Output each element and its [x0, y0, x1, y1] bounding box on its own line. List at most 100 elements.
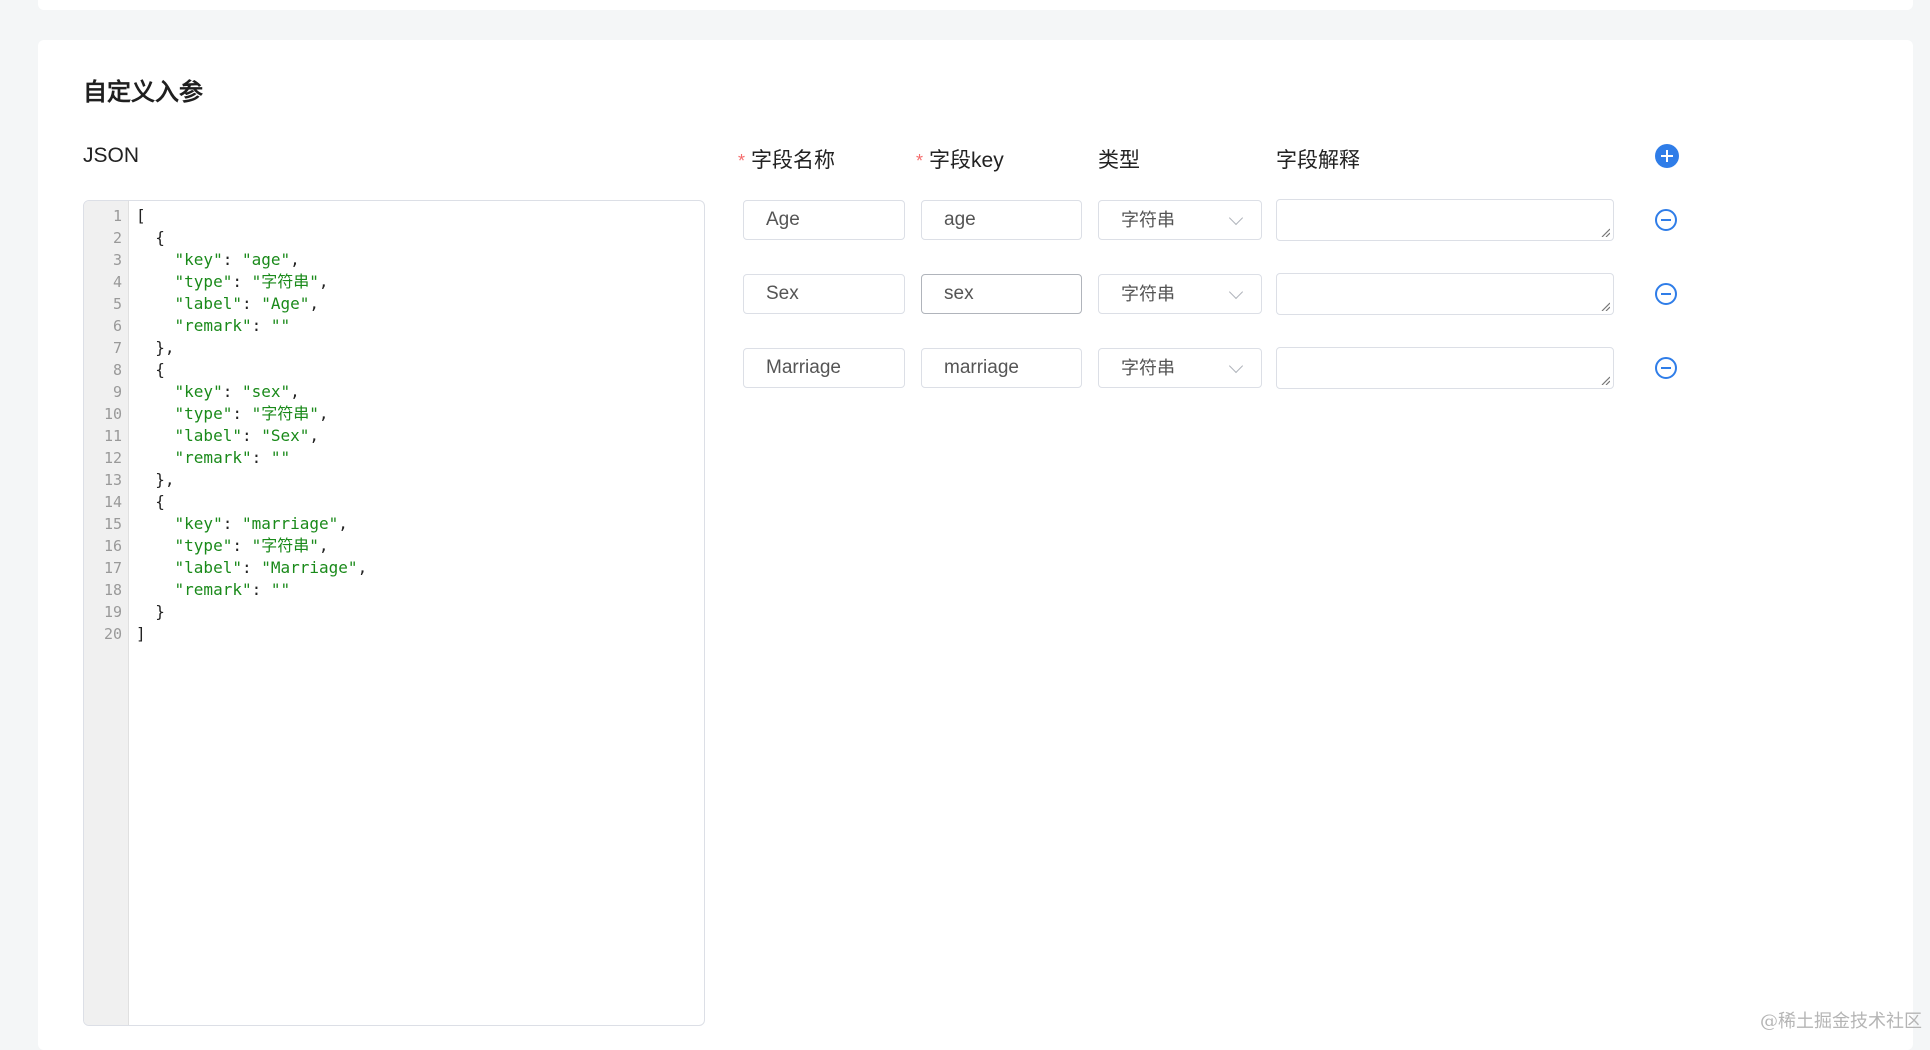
json-string-token: ""	[271, 316, 290, 335]
json-string-token: "marriage"	[242, 514, 338, 533]
code-line: 11 "label": "Sex",	[84, 425, 122, 447]
field-key-input[interactable]: age	[921, 200, 1082, 240]
remove-field-button[interactable]	[1655, 209, 1677, 231]
field-type-select[interactable]: 字符串	[1098, 274, 1262, 314]
line-number: 16	[84, 535, 122, 557]
json-punctuation-token: {	[136, 360, 165, 379]
json-punctuation-token	[136, 448, 175, 467]
code-line: 20]	[84, 623, 122, 645]
json-punctuation-token	[136, 316, 175, 335]
json-punctuation-token	[136, 294, 175, 313]
code-line: 6 "remark": ""	[84, 315, 122, 337]
code-text: "remark": ""	[136, 447, 290, 469]
line-number: 20	[84, 623, 122, 645]
remove-field-button[interactable]	[1655, 283, 1677, 305]
field-type-select[interactable]: 字符串	[1098, 348, 1262, 388]
json-string-token: "Marriage"	[261, 558, 357, 577]
chevron-down-icon	[1229, 359, 1243, 373]
chevron-down-icon	[1229, 211, 1243, 225]
json-punctuation-token: :	[223, 514, 242, 533]
code-line: 1[	[84, 205, 122, 227]
code-line: 18 "remark": ""	[84, 579, 122, 601]
json-punctuation-token: :	[223, 250, 242, 269]
json-punctuation-token: ,	[338, 514, 348, 533]
field-name-input[interactable]: Marriage	[743, 348, 905, 388]
code-line: 16 "type": "字符串",	[84, 535, 122, 557]
json-punctuation-token: :	[232, 272, 251, 291]
add-field-button[interactable]	[1655, 144, 1679, 168]
code-text: }	[136, 601, 165, 623]
json-punctuation-token: [	[136, 206, 146, 225]
resize-handle-icon[interactable]	[1600, 301, 1610, 311]
field-remark-textarea[interactable]	[1276, 273, 1614, 315]
line-number: 11	[84, 425, 122, 447]
resize-handle-icon[interactable]	[1600, 227, 1610, 237]
field-type-value: 字符串	[1121, 358, 1175, 378]
json-string-token: "字符串"	[252, 272, 319, 291]
field-key-input[interactable]: sex	[921, 274, 1082, 314]
line-number: 14	[84, 491, 122, 513]
json-punctuation-token: ,	[309, 426, 319, 445]
json-punctuation-token: :	[242, 426, 261, 445]
field-remark-textarea[interactable]	[1276, 199, 1614, 241]
json-punctuation-token: }	[136, 602, 165, 621]
code-text: "key": "sex",	[136, 381, 300, 403]
json-punctuation-token: :	[252, 448, 271, 467]
column-header-type: 类型	[1098, 144, 1140, 174]
json-punctuation-token: ]	[136, 624, 146, 643]
json-punctuation-token: :	[252, 316, 271, 335]
json-punctuation-token: ,	[319, 536, 329, 555]
line-number: 9	[84, 381, 122, 403]
json-punctuation-token: :	[223, 382, 242, 401]
line-number: 3	[84, 249, 122, 271]
line-number: 5	[84, 293, 122, 315]
code-text: "type": "字符串",	[136, 403, 329, 425]
json-string-token: "字符串"	[252, 404, 319, 423]
json-punctuation-token	[136, 514, 175, 533]
json-punctuation-token: :	[242, 558, 261, 577]
line-number: 7	[84, 337, 122, 359]
code-text: "key": "age",	[136, 249, 300, 271]
previous-card	[38, 0, 1913, 10]
remove-field-button[interactable]	[1655, 357, 1677, 379]
json-punctuation-token: ,	[290, 250, 300, 269]
json-punctuation-token: {	[136, 228, 165, 247]
field-remark-textarea[interactable]	[1276, 347, 1614, 389]
json-string-token: "字符串"	[252, 536, 319, 555]
field-key-input[interactable]: marriage	[921, 348, 1082, 388]
json-punctuation-token	[136, 558, 175, 577]
json-punctuation-token	[136, 382, 175, 401]
json-string-token: "age"	[242, 250, 290, 269]
json-string-token: ""	[271, 448, 290, 467]
watermark: @稀土掘金技术社区	[1760, 1007, 1922, 1033]
json-string-token: "key"	[175, 382, 223, 401]
json-punctuation-token	[136, 536, 175, 555]
json-string-token: "Sex"	[261, 426, 309, 445]
line-number: 10	[84, 403, 122, 425]
json-string-token: "type"	[175, 272, 233, 291]
json-punctuation-token	[136, 250, 175, 269]
code-line: 9 "key": "sex",	[84, 381, 122, 403]
column-header-key-label: 字段key	[929, 149, 1004, 172]
code-text: },	[136, 469, 175, 491]
column-header-key: *字段key	[916, 144, 1004, 174]
json-punctuation-token: :	[252, 580, 271, 599]
json-editor[interactable]: 1[2 {3 "key": "age",4 "type": "字符串",5 "l…	[83, 200, 705, 1026]
field-type-value: 字符串	[1121, 284, 1175, 304]
code-text: "remark": ""	[136, 315, 290, 337]
column-header-name: *字段名称	[738, 144, 835, 174]
field-name-input[interactable]: Age	[743, 200, 905, 240]
json-string-token: "sex"	[242, 382, 290, 401]
resize-handle-icon[interactable]	[1600, 375, 1610, 385]
json-punctuation-token: :	[232, 404, 251, 423]
json-string-token: "Age"	[261, 294, 309, 313]
json-punctuation-token: ,	[319, 404, 329, 423]
field-type-value: 字符串	[1121, 210, 1175, 230]
field-type-select[interactable]: 字符串	[1098, 200, 1262, 240]
json-punctuation-token	[136, 580, 175, 599]
line-number: 2	[84, 227, 122, 249]
field-name-input[interactable]: Sex	[743, 274, 905, 314]
code-line: 12 "remark": ""	[84, 447, 122, 469]
chevron-down-icon	[1229, 285, 1243, 299]
json-punctuation-token	[136, 426, 175, 445]
